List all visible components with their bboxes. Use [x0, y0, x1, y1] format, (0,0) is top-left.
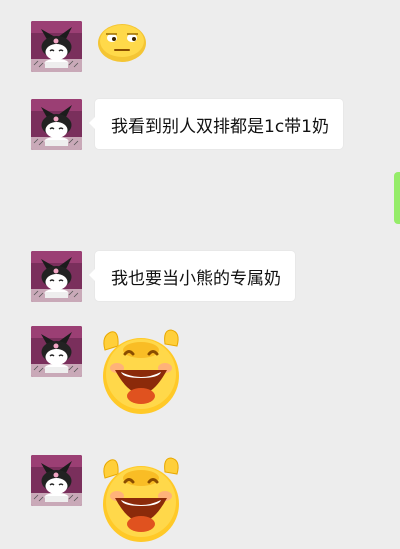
laughing-face-icon[interactable]	[99, 328, 183, 420]
friend-avatar[interactable]	[31, 326, 82, 377]
friend-avatar[interactable]	[31, 455, 82, 506]
message-text: 我也要当小熊的专属奶	[111, 268, 281, 289]
friend-avatar[interactable]	[31, 251, 82, 302]
friend-avatar[interactable]	[31, 99, 82, 150]
message-bubble[interactable]: 我也要当小熊的专属奶	[89, 251, 295, 301]
chat-window: 我看到别人双排都是1c带1奶 我也要当小熊的专属奶	[0, 0, 400, 549]
message-text: 我看到别人双排都是1c带1奶	[111, 116, 329, 137]
smug-face-icon[interactable]	[97, 22, 147, 68]
friend-avatar[interactable]	[31, 21, 82, 72]
message-bubble[interactable]: 我看到别人双排都是1c带1奶	[89, 99, 343, 149]
laughing-face-icon[interactable]	[99, 456, 183, 548]
outgoing-message-bubble[interactable]	[394, 172, 400, 224]
